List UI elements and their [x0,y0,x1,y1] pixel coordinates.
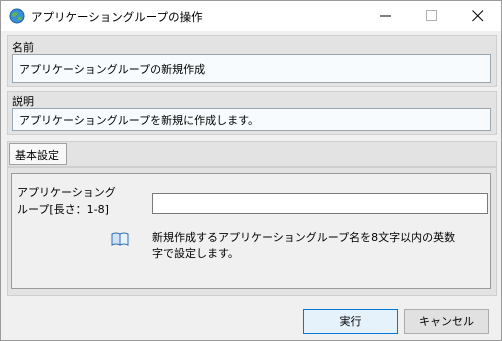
cancel-button[interactable]: キャンセル [404,309,489,334]
description-value: アプリケーショングループを新規に作成します。 [19,114,260,127]
execute-button[interactable]: 実行 [303,309,398,334]
group-name-input[interactable] [152,193,488,214]
close-button[interactable] [455,1,501,31]
maximize-button[interactable] [409,1,455,31]
cancel-button-label: キャンセル [419,315,474,328]
name-value: アプリケーショングループの新規作成 [19,63,206,76]
tab-basic-settings[interactable]: 基本設定 [9,143,67,165]
close-icon [472,10,484,22]
group-name-label: アプリケーショング ループ[長さ：1-8] [17,184,116,218]
description-field[interactable]: アプリケーショングループを新規に作成します。 [12,108,491,131]
globe-icon [9,8,25,24]
tab-bar: 基本設定 [7,141,497,167]
execute-button-label: 実行 [339,315,362,328]
book-icon [111,232,129,246]
maximize-icon [426,10,437,21]
group-name-label-line2: ループ[長さ：1-8] [17,203,109,216]
minimize-icon [380,15,391,17]
minimize-button[interactable] [363,1,409,31]
name-field[interactable]: アプリケーショングループの新規作成 [12,54,491,83]
name-label: 名前 [12,41,34,54]
help-text: 新規作成するアプリケーショングループ名を8文字以内の英数 字で設定します。 [152,230,455,262]
title-bar[interactable]: アプリケーショングループの操作 [1,1,501,31]
help-text-line2: 字で設定します。 [152,247,239,260]
tab-label: 基本設定 [15,149,59,162]
description-label: 説明 [12,95,34,108]
dialog-window: アプリケーショングループの操作 名前 アプリケーショングループの新規作成 説明 … [0,0,502,341]
group-name-label-line1: アプリケーショング [17,186,116,199]
window-title: アプリケーショングループの操作 [31,10,203,24]
help-text-line1: 新規作成するアプリケーショングループ名を8文字以内の英数 [152,231,456,244]
